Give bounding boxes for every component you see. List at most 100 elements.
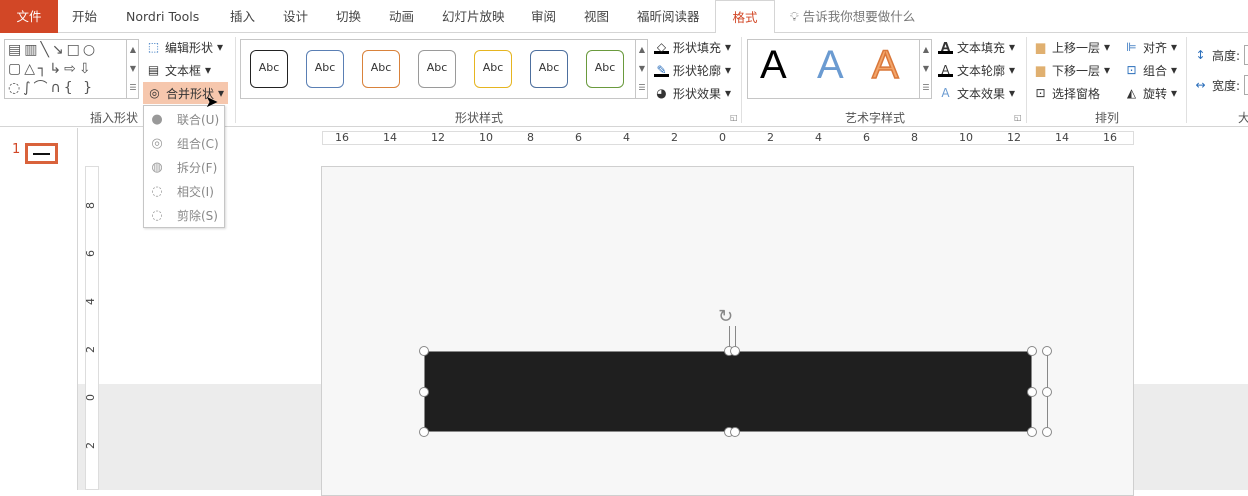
group-icon: ⊡ (1126, 63, 1137, 77)
tab-foxit[interactable]: 福昕阅读器 (637, 0, 700, 33)
menu-item-intersect[interactable]: ◌ 相交(I) (144, 179, 224, 203)
tab-slideshow[interactable]: 幻灯片放映 (442, 0, 505, 33)
divider (741, 37, 742, 123)
text-fill-button[interactable]: A 文本填充 ▾ (938, 37, 1015, 57)
resize-handle[interactable] (1027, 387, 1037, 397)
text-box-label: 文本框 (165, 63, 202, 78)
resize-handle[interactable] (1027, 346, 1037, 356)
tab-design[interactable]: 设计 (283, 0, 308, 33)
dialog-launcher-icon[interactable]: ◱ (730, 113, 738, 122)
width-field[interactable]: ↔ 宽度: (1193, 75, 1248, 95)
combine-icon: ◎ (151, 136, 163, 151)
shape-style-preset[interactable]: Abc (586, 50, 624, 88)
lightbulb-icon: 💡︎ (790, 9, 799, 24)
height-input[interactable] (1244, 45, 1248, 65)
menu-item-fragment[interactable]: ◍ 拆分(F) (144, 155, 224, 179)
tab-animations[interactable]: 动画 (389, 0, 414, 33)
bring-forward-button[interactable]: ▆ 上移一层 ▾ (1033, 37, 1110, 57)
tab-insert[interactable]: 插入 (230, 0, 255, 33)
shape-icons: ▤▥╲↘□○ ▢△┐↳⇨⇩ ◌∫⌒∩{ } (8, 42, 99, 96)
tab-home[interactable]: 开始 (72, 0, 97, 33)
tab-file[interactable]: 文件 (0, 0, 58, 33)
wordart-orange[interactable]: A (871, 42, 899, 88)
selection-pane-icon: ⊡ (1035, 86, 1046, 100)
ruler-label: 2 (671, 131, 678, 144)
intersect-icon: ◌ (151, 184, 163, 199)
wordart-black[interactable]: A (760, 43, 787, 88)
tell-me-search[interactable]: 💡︎ 告诉我你想要做什么 (790, 0, 915, 33)
shape-style-preset[interactable]: Abc (306, 50, 344, 88)
shape-style-preset[interactable]: Abc (362, 50, 400, 88)
edit-shape-button[interactable]: ⬚ 编辑形状 ▾ (146, 37, 223, 57)
height-field[interactable]: ↕ 高度: (1193, 45, 1248, 65)
pencil-icon: ✎ (654, 63, 669, 77)
text-fill-label: 文本填充 (957, 40, 1006, 55)
tab-format[interactable]: 格式 (715, 0, 775, 34)
group-label-size: 大 (1238, 111, 1248, 125)
merge-shapes-icon: ◎ (149, 86, 160, 100)
send-backward-button[interactable]: ▆ 下移一层 ▾ (1033, 60, 1110, 80)
tab-review[interactable]: 审阅 (531, 0, 556, 33)
tab-view[interactable]: 视图 (584, 0, 609, 33)
text-effects-button[interactable]: A 文本效果 ▾ (938, 83, 1015, 103)
shape-style-preset[interactable]: Abc (418, 50, 456, 88)
menu-item-label: 联合(U) (177, 112, 220, 127)
ruler-label: 4 (84, 298, 97, 305)
group-label: 组合 (1143, 63, 1168, 78)
ruler-label: 10 (959, 131, 973, 144)
shape-style-preset[interactable]: Abc (530, 50, 568, 88)
menu-item-combine[interactable]: ◎ 组合(C) (144, 131, 224, 155)
resize-handle[interactable] (1027, 427, 1037, 437)
shape-style-preset[interactable]: Abc (474, 50, 512, 88)
rotate-icon: ◭ (1126, 86, 1137, 100)
resize-handle[interactable] (1042, 346, 1052, 356)
rotate-button[interactable]: ◭ 旋转 ▾ (1124, 83, 1177, 103)
gallery-scroll[interactable]: ▲ ▼ ☰ (126, 40, 139, 98)
resize-handle[interactable] (1042, 427, 1052, 437)
send-backward-icon: ▆ (1035, 63, 1046, 77)
shape-fill-button[interactable]: ◇ 形状填充 ▾ (654, 37, 731, 57)
rotate-handle-icon[interactable]: ↻ (718, 306, 733, 327)
resize-handle[interactable] (730, 427, 740, 437)
slide-canvas[interactable] (321, 166, 1134, 496)
text-outline-button[interactable]: A 文本轮廓 ▾ (938, 60, 1015, 80)
selection-pane-button[interactable]: ⊡ 选择窗格 (1033, 83, 1100, 103)
shapes-gallery[interactable]: ▤▥╲↘□○ ▢△┐↳⇨⇩ ◌∫⌒∩{ } ▲ ▼ ☰ (4, 39, 139, 99)
resize-handle[interactable] (419, 427, 429, 437)
tab-nordri-tools[interactable]: Nordri Tools (126, 0, 199, 33)
resize-handle[interactable] (730, 346, 740, 356)
align-button[interactable]: ⊫ 对齐 ▾ (1124, 37, 1177, 57)
wordart-scroll[interactable]: ▲ ▼ ☰ (919, 40, 932, 98)
dialog-launcher-icon[interactable]: ◱ (1014, 113, 1022, 122)
height-label: 高度: (1212, 48, 1241, 63)
resize-handle[interactable] (419, 346, 429, 356)
resize-handle[interactable] (1042, 387, 1052, 397)
bring-forward-icon: ▆ (1035, 40, 1046, 54)
shape-style-preset[interactable]: Abc (250, 50, 288, 88)
align-label: 对齐 (1143, 40, 1168, 55)
wordart-blue[interactable]: A (817, 43, 844, 88)
ruler-label: 12 (431, 131, 445, 144)
resize-handle[interactable] (419, 387, 429, 397)
tab-transitions[interactable]: 切换 (336, 0, 361, 33)
shape-outline-button[interactable]: ✎ 形状轮廓 ▾ (654, 60, 731, 80)
menu-item-subtract[interactable]: ◌ 剪除(S) (144, 203, 224, 227)
width-input[interactable] (1244, 75, 1248, 95)
ruler-label: 2 (84, 346, 97, 353)
text-outline-icon: A (938, 63, 953, 77)
styles-scroll[interactable]: ▲ ▼ ☰ (635, 40, 648, 98)
shape-effects-button[interactable]: ◕ 形状效果 ▾ (654, 83, 731, 103)
bring-forward-label: 上移一层 (1052, 40, 1101, 55)
slide-thumbnail[interactable] (25, 143, 58, 164)
divider (1186, 37, 1187, 123)
ruler-label: 0 (719, 131, 726, 144)
selection-pane-label: 选择窗格 (1052, 86, 1101, 101)
menu-item-label: 相交(I) (177, 184, 214, 199)
group-label-wordart: 艺术字样式 (845, 111, 906, 125)
text-box-button[interactable]: ▤ 文本框 ▾ (146, 60, 211, 80)
group-button[interactable]: ⊡ 组合 ▾ (1124, 60, 1177, 80)
edit-points-icon: ⬚ (147, 40, 160, 54)
rectangle-shape[interactable] (424, 351, 1032, 432)
pane-divider[interactable] (77, 128, 78, 490)
paint-bucket-icon: ◇ (654, 40, 669, 54)
